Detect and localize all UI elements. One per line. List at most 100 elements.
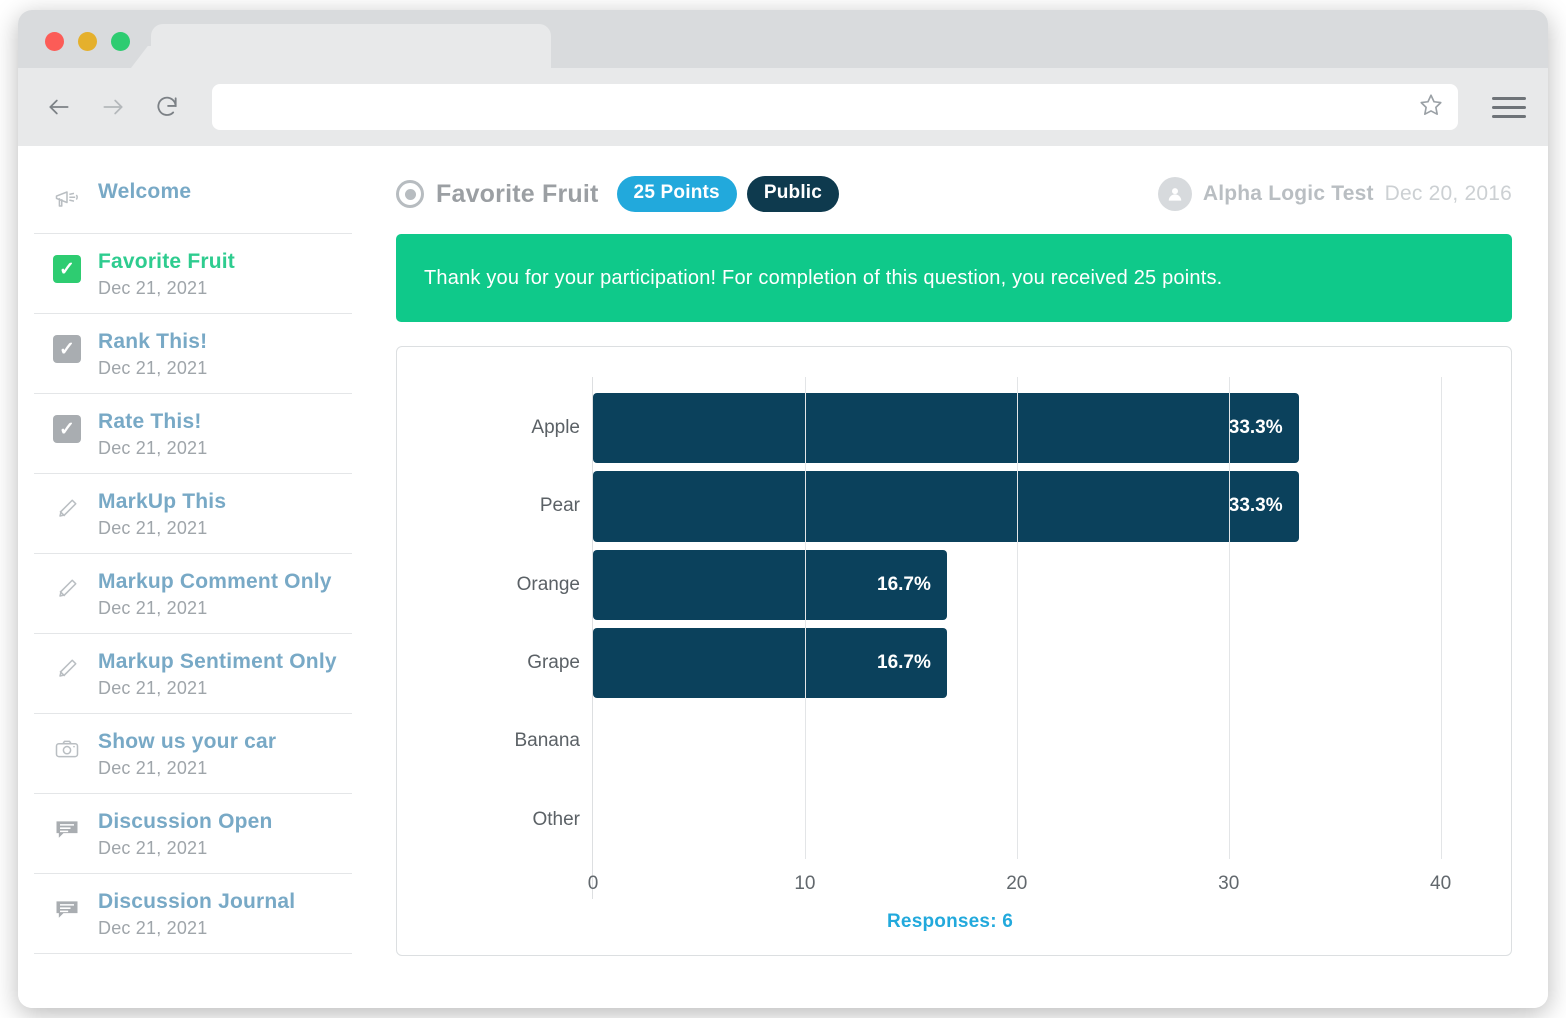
bar-row xyxy=(593,781,1483,859)
x-axis-tick-label: 30 xyxy=(1218,873,1240,894)
forward-button[interactable] xyxy=(96,90,130,124)
radio-button-icon xyxy=(396,180,424,208)
bar[interactable]: 33.3% xyxy=(593,471,1299,542)
browser-menu-button[interactable] xyxy=(1492,90,1526,124)
bar-value-label: 16.7% xyxy=(877,573,931,595)
camera-icon xyxy=(52,734,82,764)
sidebar-item-date: Dec 21, 2021 xyxy=(98,838,208,858)
highlighter-pen-icon xyxy=(52,574,82,604)
sidebar-item-welcome[interactable]: Welcome xyxy=(34,180,352,234)
plot-area: 33.3% 33.3% 16.7% 16.7% 0 10 20 30 40 xyxy=(588,377,1483,899)
sidebar-item-title: Markup Sentiment Only xyxy=(98,650,337,673)
bar-row xyxy=(593,702,1483,780)
sidebar-item-date: Dec 21, 2021 xyxy=(98,518,208,538)
sidebar-item-date: Dec 21, 2021 xyxy=(98,438,208,458)
bar[interactable]: 16.7% xyxy=(593,549,947,620)
gridline xyxy=(1440,377,1442,859)
sidebar-item-title: Markup Comment Only xyxy=(98,570,332,593)
bar[interactable] xyxy=(593,785,609,855)
visibility-badge: Public xyxy=(746,176,840,212)
bar-row: 33.3% xyxy=(593,467,1483,545)
category-axis: Apple Pear Orange Grape Banana Other xyxy=(417,377,592,899)
back-button[interactable] xyxy=(42,90,76,124)
question-header: Favorite Fruit 25 Points Public Alpha Lo… xyxy=(396,176,1512,212)
sidebar-item-date: Dec 21, 2021 xyxy=(98,358,208,378)
page-title: Favorite Fruit xyxy=(436,179,599,208)
sidebar-item-title: Discussion Journal xyxy=(98,890,296,913)
category-label: Apple xyxy=(531,417,580,439)
sidebar-item-markup-comment-only[interactable]: Markup Comment Only Dec 21, 2021 xyxy=(34,570,352,634)
sidebar-item-markup-sentiment-only[interactable]: Markup Sentiment Only Dec 21, 2021 xyxy=(34,650,352,714)
sidebar-item-favorite-fruit[interactable]: ✓ Favorite Fruit Dec 21, 2021 xyxy=(34,250,352,314)
category-label: Grape xyxy=(527,652,580,674)
sidebar-item-title: Rate This! xyxy=(98,410,202,433)
sidebar-item-title: MarkUp This xyxy=(98,490,227,513)
sidebar-item-date: Dec 21, 2021 xyxy=(98,278,208,298)
close-window-button[interactable] xyxy=(45,32,64,51)
sidebar-item-rank-this[interactable]: ✓ Rank This! Dec 21, 2021 xyxy=(34,330,352,394)
checkbox-checked-icon: ✓ xyxy=(52,254,82,284)
browser-tab[interactable] xyxy=(151,24,551,68)
page-body: Welcome ✓ Favorite Fruit Dec 21, 2021 ✓ … xyxy=(18,146,1548,1008)
avatar-icon xyxy=(1157,177,1192,211)
sidebar-item-title: Rank This! xyxy=(98,330,208,353)
address-bar[interactable] xyxy=(212,84,1458,130)
comment-bubble-icon xyxy=(52,814,82,844)
main-content: Favorite Fruit 25 Points Public Alpha Lo… xyxy=(370,146,1548,1008)
gridline xyxy=(804,377,806,859)
category-label: Other xyxy=(532,808,580,830)
highlighter-pen-icon xyxy=(52,654,82,684)
bookmark-star-icon[interactable] xyxy=(1418,92,1444,123)
arrow-left-icon xyxy=(49,99,69,115)
reload-icon xyxy=(157,96,177,116)
sidebar-item-show-us-your-car[interactable]: Show us your car Dec 21, 2021 xyxy=(34,730,352,794)
sidebar-item-discussion-open[interactable]: Discussion Open Dec 21, 2021 xyxy=(34,810,352,874)
hamburger-bar xyxy=(1492,96,1526,100)
bar-value-label: 16.7% xyxy=(877,652,931,674)
bar[interactable]: 16.7% xyxy=(593,627,947,699)
comment-bubble-icon xyxy=(52,894,82,924)
x-axis-tick-label: 40 xyxy=(1430,873,1452,894)
sidebar-item-title: Discussion Open xyxy=(98,810,273,833)
reload-button[interactable] xyxy=(150,90,184,124)
x-axis-tick-label: 20 xyxy=(1006,873,1028,894)
responses-count: Responses: 6 xyxy=(887,911,1013,932)
maximize-window-button[interactable] xyxy=(111,32,130,51)
bar-series: 33.3% 33.3% 16.7% 16.7% xyxy=(593,389,1483,859)
checkbox-checked-icon: ✓ xyxy=(52,334,82,364)
sidebar-item-title: Welcome xyxy=(98,180,192,203)
bar-row: 33.3% xyxy=(593,389,1483,467)
bar-row: 16.7% xyxy=(593,624,1483,702)
sidebar-item-date: Dec 21, 2021 xyxy=(98,918,208,938)
checkbox-checked-icon: ✓ xyxy=(52,414,82,444)
sidebar-item-title: Show us your car xyxy=(98,730,277,753)
bar-value-label: 33.3% xyxy=(1228,495,1283,517)
bar-chart: Apple Pear Orange Grape Banana Other 33.3% 33.… xyxy=(417,377,1483,899)
points-badge: 25 Points xyxy=(616,176,737,212)
bar[interactable] xyxy=(593,706,609,776)
url-input[interactable] xyxy=(230,98,1418,116)
sidebar-item-date: Dec 21, 2021 xyxy=(98,598,208,618)
owner-date: Dec 20, 2016 xyxy=(1384,182,1512,205)
x-axis-tick-label: 10 xyxy=(794,873,816,894)
banner-message: Thank you for your participation! For co… xyxy=(424,266,1223,289)
bar[interactable]: 33.3% xyxy=(593,393,1299,464)
arrow-right-icon xyxy=(103,99,123,115)
sidebar-item-rate-this[interactable]: ✓ Rate This! Dec 21, 2021 xyxy=(34,410,352,474)
gridline xyxy=(1016,377,1018,859)
window-controls xyxy=(45,32,130,51)
category-label: Banana xyxy=(514,730,580,752)
browser-tab-bar xyxy=(18,10,1548,68)
category-label: Pear xyxy=(539,495,580,517)
browser-toolbar xyxy=(18,68,1548,146)
category-label: Orange xyxy=(516,573,580,595)
highlighter-pen-icon xyxy=(52,494,82,524)
browser-window: Welcome ✓ Favorite Fruit Dec 21, 2021 ✓ … xyxy=(18,10,1548,1008)
sidebar-item-discussion-journal[interactable]: Discussion Journal Dec 21, 2021 xyxy=(34,890,352,954)
results-chart-card: Apple Pear Orange Grape Banana Other 33.3% 33.… xyxy=(396,346,1512,956)
minimize-window-button[interactable] xyxy=(78,32,97,51)
sidebar-item-markup-this[interactable]: MarkUp This Dec 21, 2021 xyxy=(34,490,352,554)
sidebar: Welcome ✓ Favorite Fruit Dec 21, 2021 ✓ … xyxy=(18,146,370,1008)
hamburger-bar xyxy=(1492,105,1526,109)
bar-value-label: 33.3% xyxy=(1228,417,1283,439)
